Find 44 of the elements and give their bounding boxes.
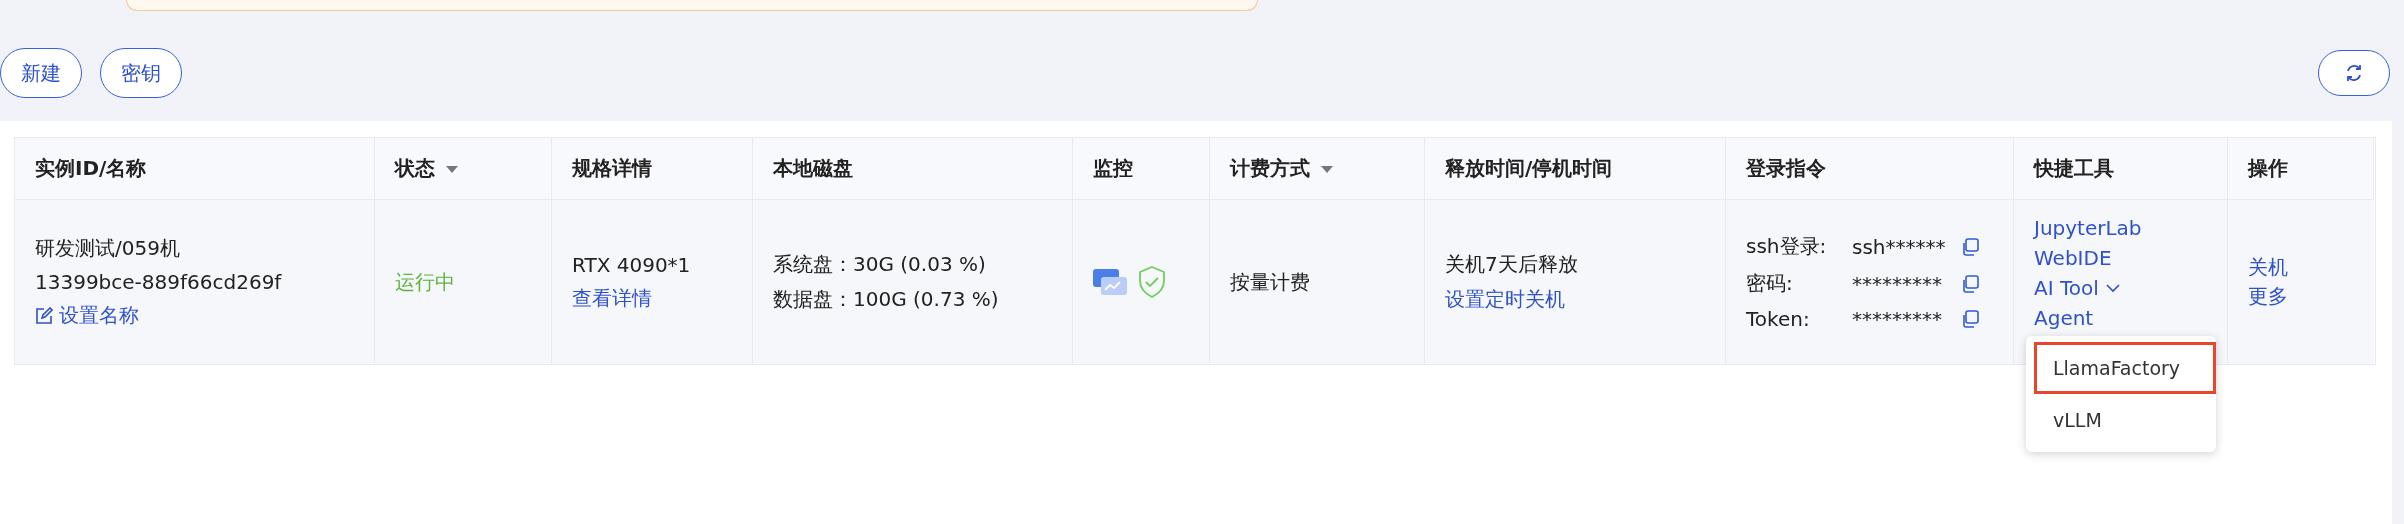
column-header: 释放时间/停机时间	[1445, 155, 1613, 182]
instance-name: 研发测试/059机	[35, 235, 181, 262]
edit-icon	[35, 306, 53, 325]
dropdown-caret-icon[interactable]	[445, 163, 459, 174]
column-header: 本地磁盘	[773, 155, 853, 182]
column-header: 操作	[2248, 155, 2288, 182]
login-value: ssh******	[1852, 234, 1946, 259]
action-link[interactable]: 关机	[2248, 254, 2288, 281]
instance-id: 13399bce-889f66cd269f	[35, 270, 283, 294]
column-header: 状态	[395, 155, 435, 182]
menu-item[interactable]: LlamaFactory	[2034, 342, 2216, 394]
toolbar-button[interactable]: 密钥	[100, 48, 182, 98]
tool-dropdown[interactable]: AI Tool	[2034, 276, 2121, 300]
spec-text: RTX 4090*1	[572, 252, 692, 277]
column-header: 快捷工具	[2034, 155, 2114, 182]
column-header: 计费方式	[1230, 155, 1310, 182]
details-link[interactable]: 查看详情	[572, 284, 652, 312]
tool-link[interactable]: Agent	[2034, 306, 2094, 330]
chevron-down-icon	[2104, 283, 2121, 293]
disk-usage: 系统盘：30G (0.03 %)	[773, 251, 987, 278]
release-text: 关机7天后释放	[1445, 251, 1579, 278]
dropdown-caret-icon[interactable]	[1320, 163, 1334, 174]
tool-link[interactable]: JupyterLab	[2034, 216, 2142, 240]
status-text: 运行中	[395, 268, 456, 296]
shield-check-icon[interactable]	[1137, 265, 1167, 299]
action-link[interactable]: 更多	[2248, 283, 2288, 310]
refresh-button[interactable]	[2318, 50, 2390, 96]
column-header: 实例ID/名称	[35, 155, 147, 182]
toolbar-button[interactable]: 新建	[0, 48, 82, 98]
schedule-shutdown-link[interactable]: 设置定时关机	[1445, 286, 1565, 313]
monitor-chart-icon[interactable]	[1093, 267, 1127, 297]
billing-text: 按量计费	[1230, 268, 1311, 296]
menu-item[interactable]: vLLM	[2034, 394, 2216, 446]
tool-link[interactable]: WebIDE	[2034, 246, 2112, 270]
column-header: 规格详情	[572, 155, 652, 182]
login-label: 密码:	[1746, 270, 1794, 297]
disk-usage: 数据盘：100G (0.73 %)	[773, 286, 1000, 313]
rename-link[interactable]: 设置名称	[35, 302, 139, 329]
column-header: 登录指令	[1746, 155, 1826, 182]
login-value: *********	[1852, 307, 1942, 331]
login-label: Token:	[1746, 307, 1811, 331]
column-header: 监控	[1093, 155, 1133, 182]
login-label: ssh登录:	[1746, 233, 1828, 260]
login-value: *********	[1852, 271, 1942, 296]
